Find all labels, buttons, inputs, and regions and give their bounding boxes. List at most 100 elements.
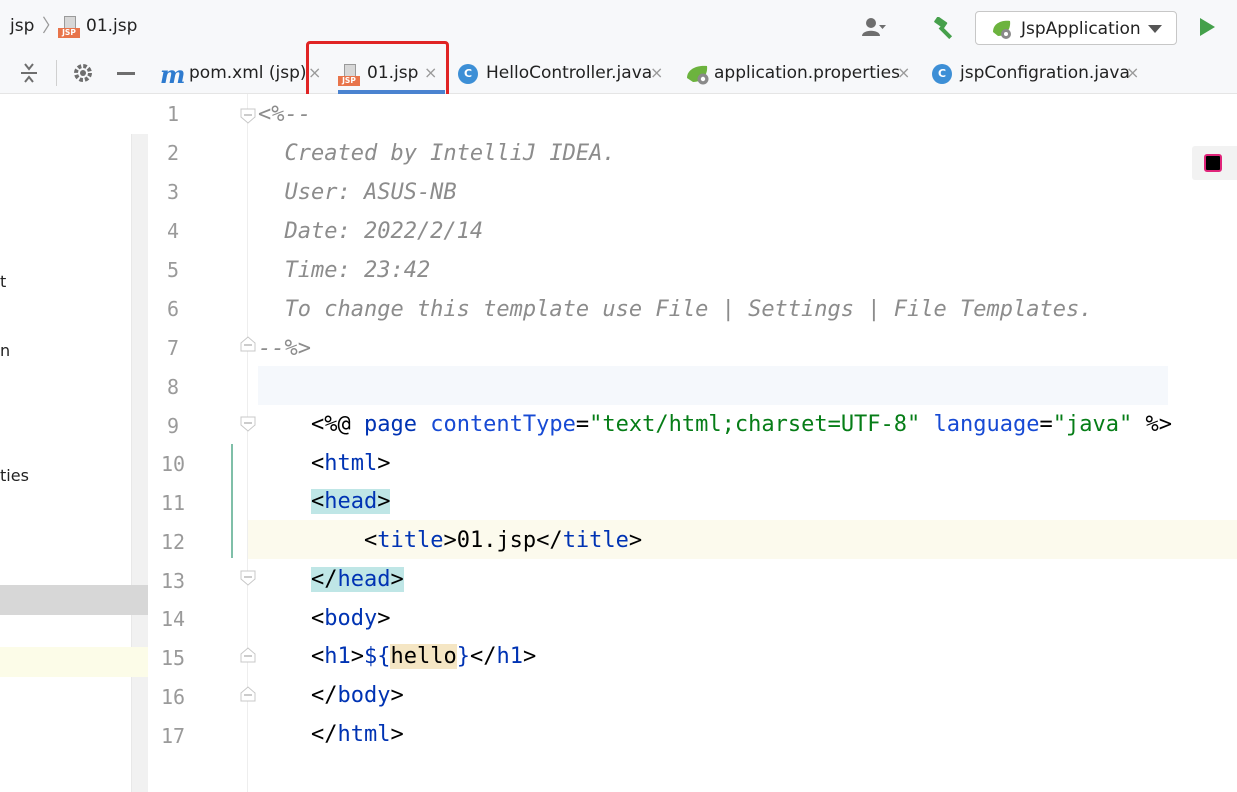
project-tree-highlight-row [0,647,148,677]
title-text: 01.jsp [456,528,537,553]
equals-sign: = [1039,412,1053,437]
line-number: 5 [166,258,180,282]
el-expression-close: } [456,644,470,669]
minimize-icon[interactable] [117,72,135,75]
code-editor[interactable]: 1 2 3 4 5 6 7 8 9 10 11 12 13 14 15 16 1… [148,94,1237,792]
line-number: 15 [160,646,186,670]
scope-indicator [231,444,233,558]
fold-collapse-icon[interactable] [240,416,256,432]
tab-highlight-annotation [306,41,449,99]
line-number: 11 [160,491,186,515]
line-number: 16 [160,685,186,709]
project-tree-selected-row[interactable] [0,585,148,615]
maven-icon: m [160,60,186,89]
chevron-down-icon [1148,25,1162,33]
tag-bracket: > [443,528,457,553]
code-line-15: </body> [258,637,404,708]
java-class-icon: C [932,64,952,84]
run-button[interactable] [1200,18,1215,36]
build-hammer-icon[interactable] [932,17,956,39]
code-line-12: </head> [258,521,404,592]
project-tree-item-fragment[interactable]: n [0,341,10,360]
tab-pom-xml[interactable]: m pom.xml (jsp) × [148,52,323,94]
line-number: 14 [160,607,186,631]
spring-properties-icon [687,65,709,85]
line-number: 7 [166,336,180,360]
equals-sign: = [575,412,590,437]
gear-icon[interactable] [72,62,94,84]
code-line-4: Date: 2022/2/14 [258,219,484,244]
fold-collapse-icon[interactable] [240,108,256,124]
run-configuration-label: JspApplication [1021,19,1141,39]
tag-bracket: </ [469,644,497,669]
line-number: 4 [166,219,180,243]
code-line-6: To change this template use File | Setti… [258,297,1093,322]
breadcrumb-file[interactable]: 01.jsp [86,16,137,36]
java-class-icon: C [458,64,478,84]
breadcrumb-project[interactable]: jsp [10,16,34,36]
jsp-file-icon: JSP [58,16,80,38]
code-line-16: </html> [258,676,404,747]
tab-label: HelloController.java [486,63,653,83]
tab-jsp-configration[interactable]: C jspConfigration.java × [928,52,1148,94]
user-account-icon[interactable] [862,17,886,37]
project-tree-item-fragment[interactable]: t [0,272,6,291]
code-line-10: <head> [258,443,391,514]
tab-label: application.properties [714,63,900,83]
line-number: 8 [166,375,180,399]
line-number: 3 [166,180,180,204]
line-number: 12 [160,530,186,554]
code-line-9: <html> [258,405,390,476]
toolbar-divider [56,60,57,86]
attribute-value: "text/html;charset=UTF-8" [589,412,921,437]
code-line-7: --%> [258,336,311,361]
line-number: 6 [166,297,180,321]
tab-label: pom.xml (jsp) [189,63,307,83]
fold-end-icon[interactable] [240,647,256,663]
collapse-all-icon[interactable] [18,62,40,84]
code-line-8: <%@ page contentType="text/html;charset=… [258,366,1172,437]
tag-bracket: </ [310,722,338,747]
project-tool-strip [0,52,148,94]
code-line-13: <body> [258,560,390,631]
project-tree-item-fragment[interactable]: ties [0,466,29,485]
intellij-logo-icon [1204,154,1222,172]
tag-bracket: > [628,528,643,553]
jsp-attribute: contentType [430,412,576,437]
line-number: 9 [166,414,180,438]
tab-application-properties[interactable]: application.properties × [683,52,918,94]
jsp-directive-close: %> [1132,412,1172,437]
close-icon[interactable]: × [1126,63,1139,82]
fold-end-icon[interactable] [240,336,256,352]
run-configuration-selector[interactable]: JspApplication [975,11,1177,45]
tag-bracket: > [390,722,404,747]
tag-name: title [562,528,629,553]
project-panel: t n ties [0,94,148,792]
line-number: 2 [166,141,180,165]
close-icon[interactable]: × [650,63,663,82]
navigation-bar: jsp 〉 JSP 01.jsp JspApplication [0,0,1237,52]
editor-gutter: 1 2 3 4 5 6 7 8 9 10 11 12 13 14 15 16 1… [148,94,248,792]
code-line-1: <%-- [258,102,311,127]
fold-collapse-icon[interactable] [240,570,256,586]
tag-bracket: > [522,644,537,669]
jsp-attribute: language [920,412,1040,437]
code-line-5: Time: 23:42 [258,258,431,283]
jetbrains-plugin-icon[interactable] [1192,146,1237,180]
fold-end-icon[interactable] [240,686,256,702]
code-line-2: Created by IntelliJ IDEA. [258,141,616,166]
project-panel-scrollbar[interactable] [131,134,148,792]
line-number: 13 [160,569,186,593]
tag-bracket: </ [536,528,563,553]
line-number: 10 [160,452,186,476]
code-line-14: <h1>${hello}</h1> [258,598,536,669]
close-icon[interactable]: × [897,63,910,82]
line-number: 17 [160,724,186,748]
code-line-11: <title>01.jsp</title> [258,482,642,553]
attribute-value: "java" [1052,412,1133,437]
spring-boot-icon [993,20,1011,39]
tag-bracket: > [390,567,404,592]
tab-label: jspConfigration.java [960,63,1130,83]
line-number: 1 [166,102,180,126]
tab-hello-controller[interactable]: C HelloController.java × [453,52,673,94]
